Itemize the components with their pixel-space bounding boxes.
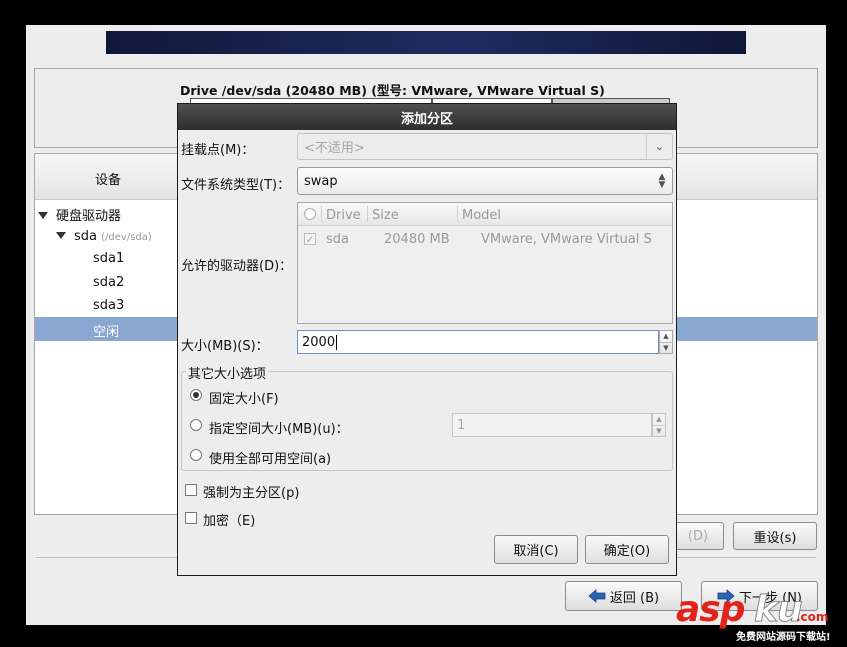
column-separator [321,206,322,222]
select-all-radio[interactable] [304,208,316,220]
tree-item-path: (/dev/sda) [101,232,152,243]
upto-size-value: 1 [457,417,466,433]
size-options-title: 其它大小选项 [186,363,269,382]
spin-up-icon[interactable]: ▲ [653,414,665,426]
fstype-label: 文件系统类型(T)： [181,178,291,193]
chevron-down-icon: ⌄ [646,134,672,159]
watermark-logo: asp ku .com 免费网站源码下载站! [676,589,831,643]
tree-item-sda[interactable]: sda (/dev/sda) [56,229,152,244]
watermark-tagline: 免费网站源码下载站! [736,632,831,643]
size-input[interactable]: 2000 [297,330,659,354]
tree-item-hard-drives[interactable]: 硬盘驱动器 [38,205,121,224]
back-button[interactable]: 返回 (B) [565,581,682,611]
size-spinner[interactable]: ▲ ▼ [659,330,673,354]
arrow-left-icon [588,589,606,603]
cancel-button[interactable]: 取消(C) [494,535,578,564]
force-primary-label[interactable]: 强制为主分区(p) [203,482,299,501]
size-value: 2000 [302,334,336,350]
device-column-label: 设备 [95,173,122,188]
fixed-size-label[interactable]: 固定大小(F) [209,388,279,407]
reset-button[interactable]: 重设(s) [733,522,817,550]
radio-dot [193,392,199,398]
drive-model: VMware, VMware Virtual S [481,232,652,247]
mount-point-combo[interactable]: <不适用> ⌄ [297,133,673,160]
fstype-combo[interactable]: swap ▲ ▼ [297,167,673,195]
tree-item-sda1[interactable]: sda1 [93,251,124,266]
spin-down-icon[interactable]: ▼ [653,426,665,437]
watermark-asp: asp [676,589,745,630]
ok-button[interactable]: 确定(O) [585,535,669,564]
upto-size-spinner[interactable]: ▲ ▼ [652,413,666,437]
tree-item-label: sda [74,229,97,244]
column-separator [367,206,368,222]
watermark-ku: ku [754,589,804,630]
allowed-drives-label: 允许的驱动器(D)： [181,259,293,274]
fixed-size-radio[interactable] [190,389,202,401]
force-primary-checkbox[interactable] [185,484,197,496]
fstype-value: swap [304,173,338,189]
tree-item-label: 硬盘驱动器 [56,209,122,224]
expander-down-icon[interactable] [38,212,48,219]
tree-item-sda3[interactable]: sda3 [93,298,124,313]
encrypt-label[interactable]: 加密（E) [203,510,255,529]
fill-all-label[interactable]: 使用全部可用空间(a) [209,448,331,467]
expander-down-icon[interactable] [56,232,66,239]
upto-size-input[interactable]: 1 [452,413,652,437]
back-button-label: 返回 (B) [609,590,660,606]
installer-banner [106,31,746,54]
drive-title: Drive /dev/sda (20480 MB) (型号: VMware, V… [180,83,605,98]
tree-item-sda2[interactable]: sda2 [93,275,124,290]
spin-up-icon[interactable]: ▲ [660,331,672,343]
col-drive[interactable]: Drive [326,208,361,223]
column-separator [457,206,458,222]
col-size[interactable]: Size [372,208,399,223]
dialog-title: 添加分区 [178,104,676,130]
upto-size-label[interactable]: 指定空间大小(MB)(u)： [209,418,349,437]
col-model[interactable]: Model [462,208,501,223]
drive-checkbox[interactable]: ✓ [304,233,316,246]
mount-point-label: 挂载点(M)： [181,143,255,158]
text-cursor [336,334,338,350]
upto-size-radio[interactable] [190,419,202,431]
delete-button[interactable]: (D) [672,522,724,550]
mount-point-value: <不适用> [304,141,365,156]
size-label: 大小(MB)(S)： [181,339,269,354]
drive-size: 20480 MB [384,232,450,247]
fill-all-radio[interactable] [190,449,202,461]
encrypt-checkbox[interactable] [185,512,197,524]
updown-icon: ▲ ▼ [658,172,666,190]
watermark-suffix: .com [796,610,829,624]
drive-name: sda [326,232,349,247]
tree-item-free-label: 空闲 [93,325,120,340]
spin-down-icon[interactable]: ▼ [660,343,672,354]
